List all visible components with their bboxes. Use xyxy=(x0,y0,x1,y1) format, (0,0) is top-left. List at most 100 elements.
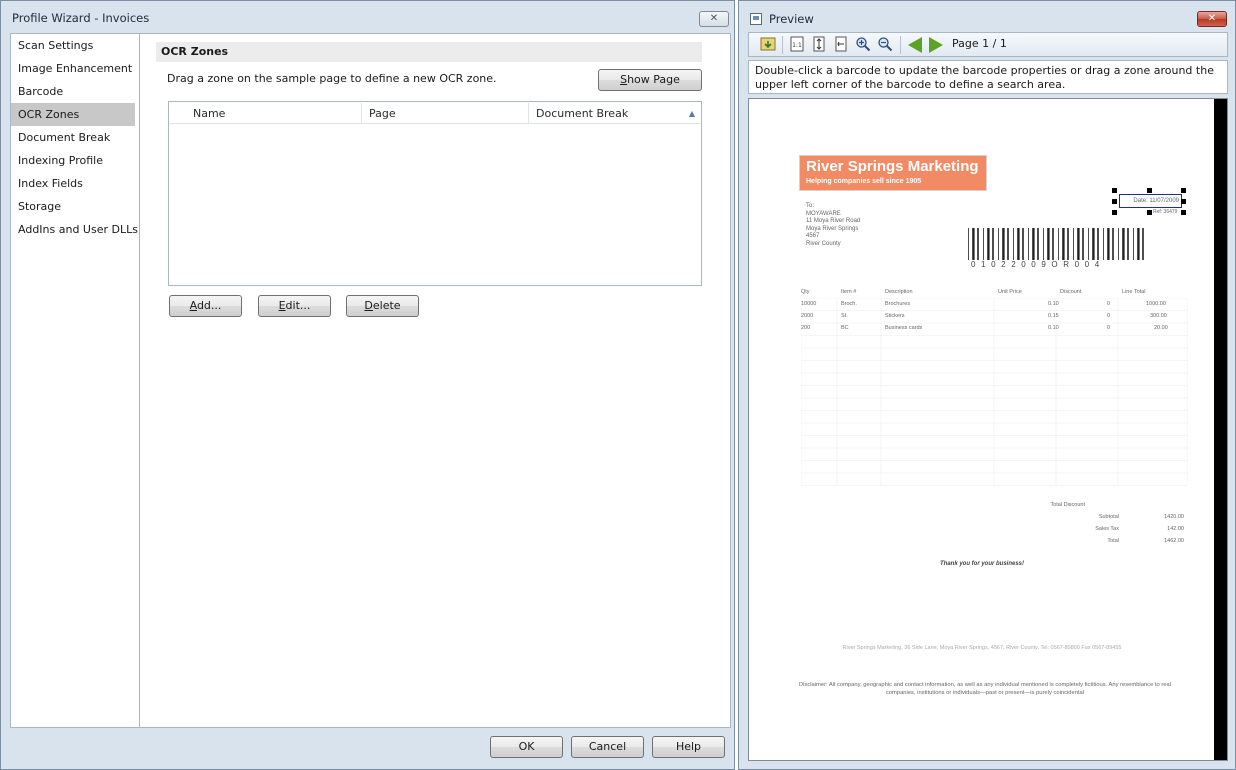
page-indicator: Page 1 / 1 xyxy=(952,37,1007,50)
barcode-bar xyxy=(1107,228,1110,260)
company-footer-address: River Springs Marketing, 36 Side Lane, M… xyxy=(842,645,1122,651)
preview-titlebar[interactable]: Preview ✕ xyxy=(739,1,1235,31)
total-value: 1462.00 xyxy=(1164,538,1184,544)
nav-item-ocr-zones[interactable]: OCR Zones xyxy=(11,103,135,126)
barcode-bar xyxy=(972,228,975,260)
cell-line-total: 300.00 xyxy=(1150,313,1167,319)
zone-resize-handle[interactable] xyxy=(1181,210,1186,215)
nav-item-storage[interactable]: Storage xyxy=(11,195,139,218)
actual-size-button[interactable]: 1:1 xyxy=(788,36,806,54)
barcode-bar xyxy=(1007,228,1009,260)
column-header-page[interactable]: Page xyxy=(361,103,528,124)
address-line: Moya River Springs xyxy=(806,225,859,232)
zone-resize-handle[interactable] xyxy=(1112,210,1117,215)
barcode-bar xyxy=(1047,228,1050,260)
barcode-bar xyxy=(1103,228,1104,260)
zone-resize-handle[interactable] xyxy=(1181,199,1186,204)
col-unit-price: Unit Price xyxy=(998,289,1022,295)
barcode-bar xyxy=(1013,228,1014,260)
cell-discount: 0 xyxy=(1107,325,1111,331)
barcode-bar xyxy=(1077,228,1080,260)
edit-label: dit... xyxy=(285,299,311,312)
wizard-close-button[interactable]: ✕ xyxy=(699,11,729,27)
close-icon: ✕ xyxy=(709,13,719,24)
close-icon: ✕ xyxy=(1207,13,1217,24)
add-mnemonic: A xyxy=(189,299,197,312)
delete-label: elete xyxy=(372,299,401,312)
fit-width-button[interactable] xyxy=(832,36,850,54)
cell-discount: 0 xyxy=(1107,313,1111,319)
show-page-button[interactable]: Show Page xyxy=(598,69,702,91)
nav-item-index-fields[interactable]: Index Fields xyxy=(11,172,139,195)
ocr-zone-date[interactable]: Date: 11/07/2009 xyxy=(1119,194,1182,208)
zone-resize-handle[interactable] xyxy=(1147,210,1152,215)
nav-item-image-enhancement[interactable]: Image Enhancement xyxy=(11,57,139,80)
thank-you-note: Thank you for your business! xyxy=(939,561,1024,567)
barcode-bar xyxy=(1127,228,1129,260)
logo-company-name: River Springs Marketing xyxy=(806,158,979,175)
table-row: 200 BC Business cards 0.10 0 20.00 xyxy=(801,322,1188,334)
zoom-in-icon xyxy=(856,37,871,52)
next-page-icon[interactable] xyxy=(929,37,943,53)
sales-tax-value: 142.00 xyxy=(1167,526,1184,532)
cancel-button[interactable]: Cancel xyxy=(571,736,644,758)
barcode-bar xyxy=(1062,228,1065,260)
preview-close-button[interactable]: ✕ xyxy=(1197,11,1227,27)
delete-zone-button[interactable]: Delete xyxy=(346,295,419,317)
help-button[interactable]: Help xyxy=(652,736,725,758)
barcode-bar xyxy=(1133,228,1134,260)
wizard-titlebar[interactable]: Profile Wizard - Invoices ✕ xyxy=(1,1,734,31)
zoom-out-button[interactable] xyxy=(876,36,894,54)
zone-resize-handle[interactable] xyxy=(1181,188,1186,193)
preview-page-area[interactable]: River Springs Marketing Helping companie… xyxy=(748,98,1228,761)
edit-mnemonic: E xyxy=(278,299,286,312)
nav-item-indexing-profile[interactable]: Indexing Profile xyxy=(11,149,139,172)
barcode-human-readable: 01022009OR004 xyxy=(971,260,1105,269)
column-header-name[interactable]: Name xyxy=(186,103,361,124)
barcode-bar xyxy=(977,228,979,260)
open-image-button[interactable] xyxy=(759,36,777,54)
barcode-bar xyxy=(1043,228,1044,260)
page-scroll-shadow xyxy=(1214,99,1227,760)
barcode-bar xyxy=(968,228,969,260)
barcode-bar xyxy=(1067,228,1069,260)
cell-unit-price: 0.10 xyxy=(1048,325,1059,331)
barcode-bar xyxy=(1052,228,1054,260)
fit-width-icon xyxy=(835,36,847,52)
col-line-total: Line Total xyxy=(1122,289,1146,295)
barcode-bar xyxy=(1073,228,1074,260)
open-image-icon xyxy=(760,37,776,51)
col-discount: Discount xyxy=(1060,289,1082,295)
subtotal-label: Subtotal xyxy=(1098,514,1119,520)
column-header-document-break[interactable]: Document Break ▲ xyxy=(528,103,701,124)
barcode-bar xyxy=(998,228,999,260)
zone-resize-handle[interactable] xyxy=(1147,188,1152,193)
edit-zone-button[interactable]: Edit... xyxy=(258,295,331,317)
previous-page-icon[interactable] xyxy=(908,37,922,53)
add-zone-button[interactable]: Add... xyxy=(169,295,242,317)
zoom-in-button[interactable] xyxy=(854,36,872,54)
ok-button[interactable]: OK xyxy=(490,736,563,758)
zone-resize-handle[interactable] xyxy=(1112,199,1117,204)
barcode-bar xyxy=(1058,228,1059,260)
col-item: Item # xyxy=(841,289,857,295)
nav-item-addins[interactable]: AddIns and User DLLs xyxy=(11,218,139,241)
nav-item-scan-settings[interactable]: Scan Settings xyxy=(11,34,139,57)
recipient-address: To: MOYAWARE 11 Moya River Road Moya Riv… xyxy=(806,203,860,249)
nav-item-document-break[interactable]: Document Break xyxy=(11,126,139,149)
zone-resize-handle[interactable] xyxy=(1112,188,1117,193)
invoice-barcode[interactable] xyxy=(968,228,1146,260)
barcode-bar xyxy=(1092,228,1095,260)
ocr-zones-table[interactable]: Name Page Document Break ▲ xyxy=(168,101,702,286)
table-row: 2000 St. Stickers 0.15 0 300.00 xyxy=(801,310,1188,322)
total-row: Total 1462.00 xyxy=(999,535,1189,547)
cell-discount: 0 xyxy=(1107,301,1111,307)
fit-height-button[interactable] xyxy=(810,36,828,54)
cell-line-total: 20.00 xyxy=(1154,325,1168,331)
logo-tagline: Helping companies sell since 1905 xyxy=(806,178,922,185)
nav-item-barcode[interactable]: Barcode xyxy=(11,80,139,103)
add-label: dd... xyxy=(196,299,222,312)
cell-unit-price: 0.10 xyxy=(1048,301,1059,307)
sample-invoice-page[interactable]: River Springs Marketing Helping companie… xyxy=(749,99,1215,760)
total-label: Total xyxy=(1107,538,1119,544)
